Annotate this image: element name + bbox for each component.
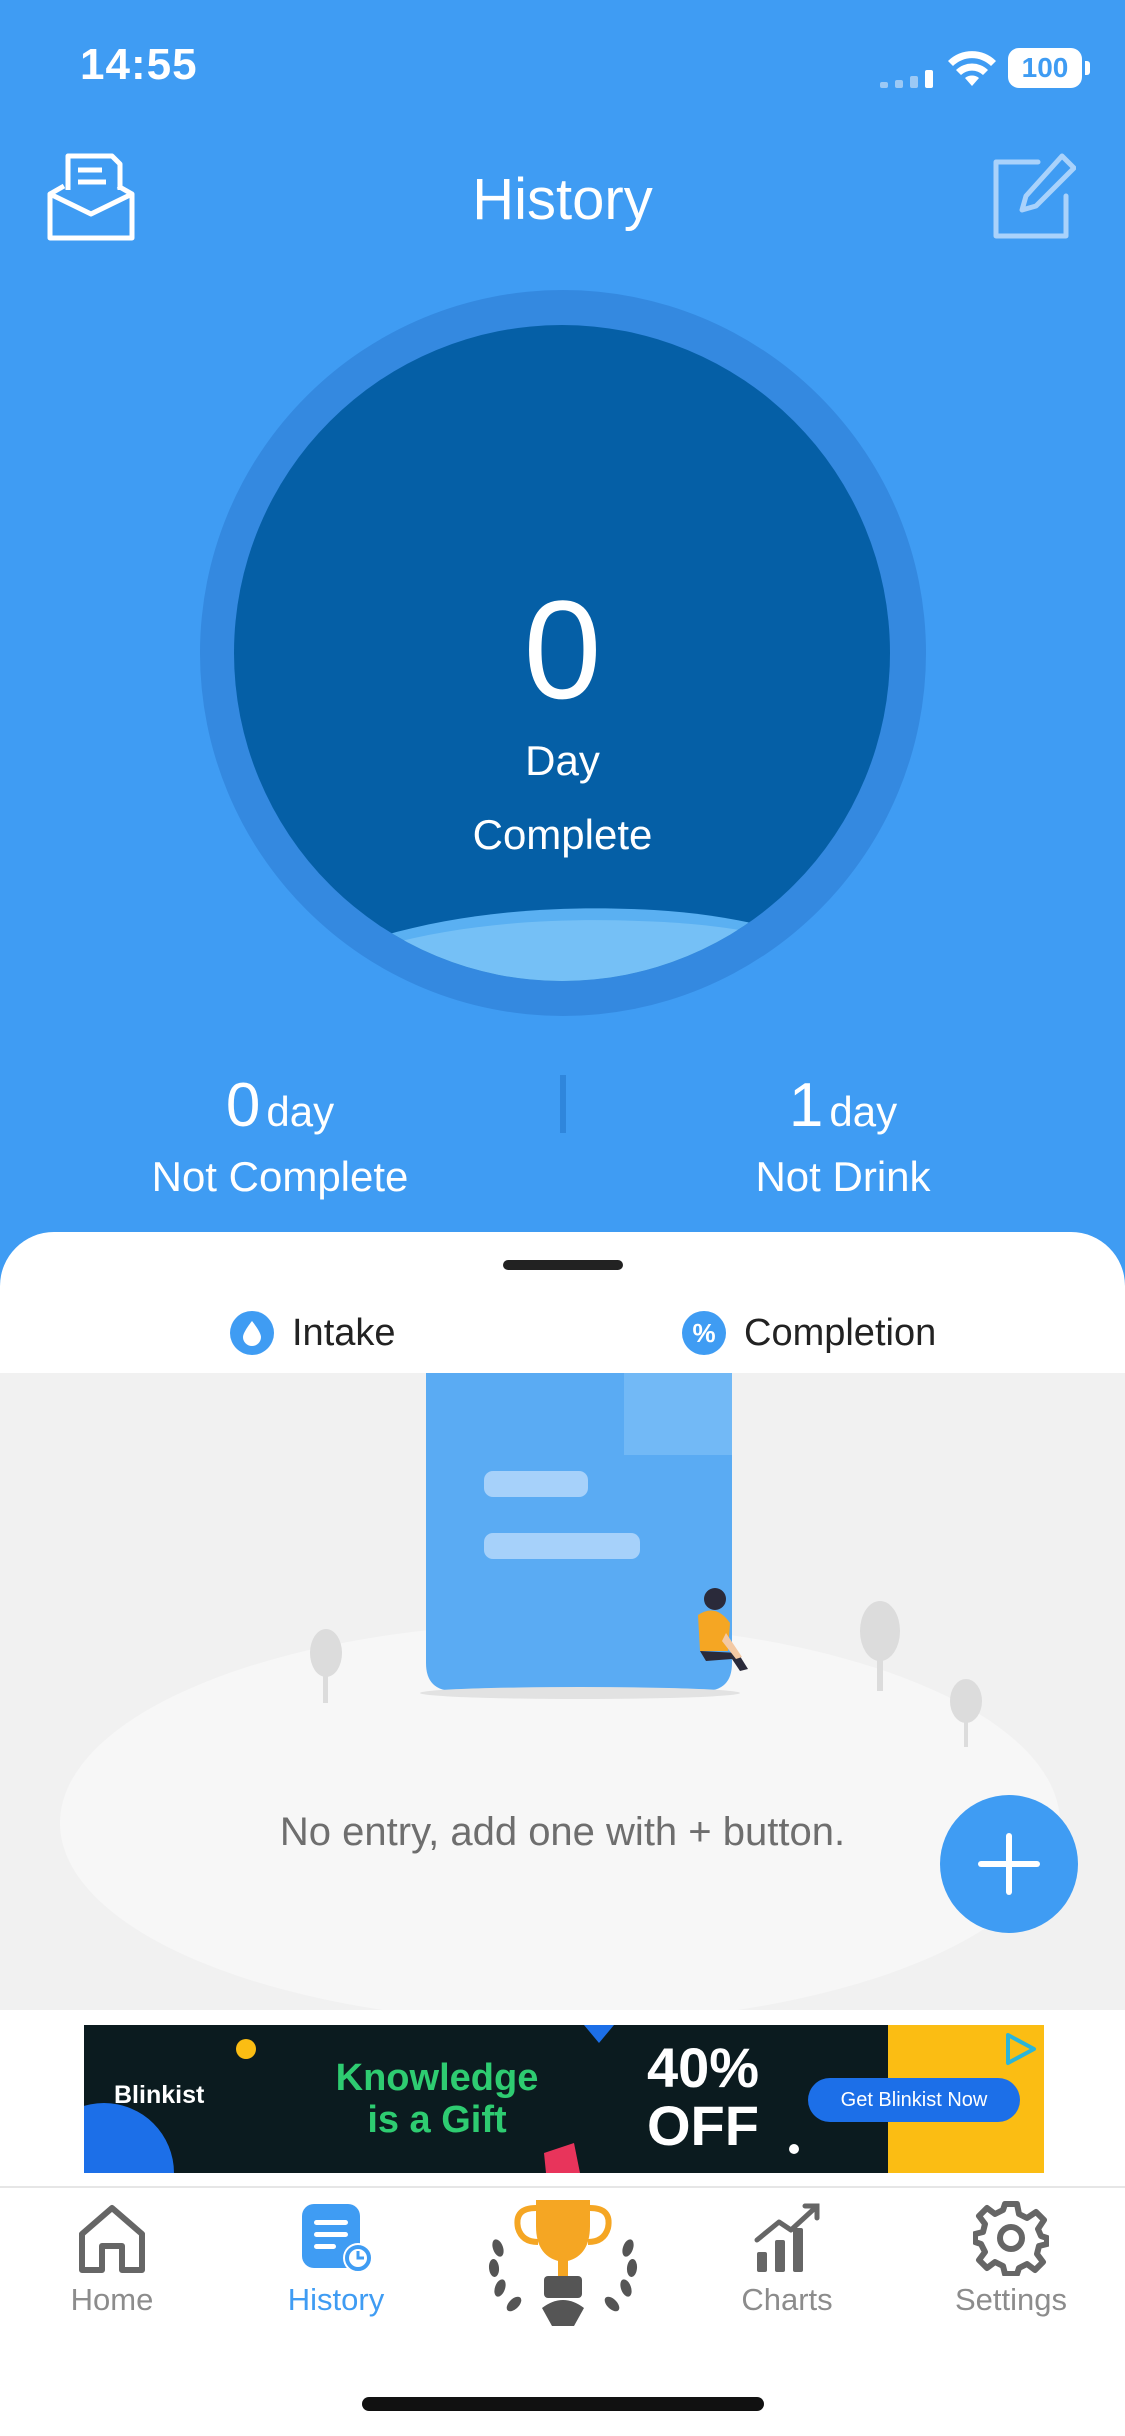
empty-state-area — [0, 1373, 1125, 2010]
sheet-drag-handle[interactable] — [503, 1260, 623, 1270]
tab-intake-label: Intake — [292, 1311, 396, 1354]
plus-icon — [978, 1833, 1040, 1895]
complete-days-label: Complete — [472, 811, 653, 858]
complete-days-count: 0 — [523, 571, 602, 728]
stat-not-complete: 0 day Not Complete — [30, 1070, 530, 1201]
not-drink-unit: day — [829, 1088, 898, 1135]
tab-history[interactable]: History — [236, 2200, 436, 2318]
tab-home-label: Home — [70, 2282, 154, 2317]
tab-settings[interactable]: Settings — [911, 2200, 1111, 2318]
home-icon — [79, 2205, 145, 2273]
tab-charts-label: Charts — [741, 2282, 833, 2317]
trophy-icon[interactable] — [478, 2196, 648, 2336]
tab-history-label: History — [287, 2282, 385, 2317]
empty-document-illustration — [60, 1373, 1060, 2010]
page-title: History — [472, 167, 653, 232]
not-complete-value: 0 — [225, 1071, 261, 1140]
ad-brand: Blinkist — [114, 2081, 205, 2109]
add-entry-button[interactable] — [940, 1795, 1078, 1933]
complete-days-unit: Day — [525, 737, 600, 784]
wifi-icon — [948, 51, 996, 86]
status-time: 14:55 — [80, 40, 198, 89]
tab-home[interactable]: Home — [12, 2200, 212, 2318]
tab-settings-label: Settings — [954, 2282, 1067, 2317]
not-complete-label: Not Complete — [151, 1153, 409, 1200]
tab-completion[interactable]: % Completion — [682, 1305, 936, 1361]
ad-choices-icon[interactable] — [1000, 2029, 1040, 2069]
ad-headline: Knowledge is a Gift — [335, 2057, 539, 2141]
gear-icon — [973, 2201, 1049, 2276]
not-complete-unit: day — [266, 1088, 335, 1135]
tab-intake[interactable]: Intake — [230, 1305, 396, 1361]
not-drink-value: 1 — [788, 1071, 824, 1140]
ad-banner[interactable]: Blinkist Knowledge is a Gift 40% OFF Get B… — [84, 2025, 1044, 2173]
battery-icon: 100 — [1008, 48, 1090, 88]
charts-icon — [754, 2203, 820, 2272]
stats-divider — [560, 1075, 566, 1133]
not-drink-label: Not Drink — [755, 1153, 931, 1200]
home-indicator — [362, 2397, 764, 2411]
ad-offer: 40% OFF — [646, 2036, 760, 2157]
tab-charts[interactable]: Charts — [687, 2200, 887, 2318]
edit-icon[interactable] — [986, 152, 1076, 242]
history-icon — [302, 2204, 373, 2273]
ad-cta-button[interactable]: Get Blinkist Now — [808, 2078, 1020, 2122]
percent-icon: % — [682, 1311, 726, 1355]
water-drop-icon — [230, 1311, 274, 1355]
tab-completion-label: Completion — [744, 1311, 937, 1354]
stat-not-drink: 1 day Not Drink — [593, 1070, 1093, 1201]
cellular-signal-icon — [880, 70, 933, 88]
